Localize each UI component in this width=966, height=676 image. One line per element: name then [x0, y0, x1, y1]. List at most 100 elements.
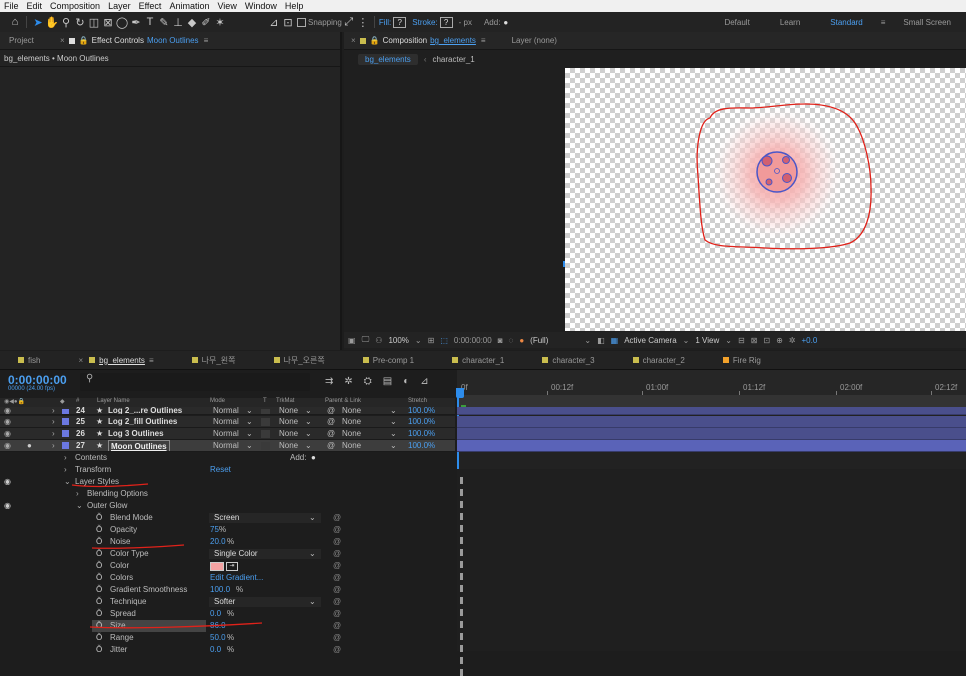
comp-color-icon — [632, 357, 639, 363]
views-dropdown[interactable]: 1 View — [695, 336, 719, 345]
keyframe-navigator-marker — [460, 477, 463, 484]
exposure-value[interactable]: +0.0 — [801, 336, 817, 345]
show-snapshot-icon[interactable]: ◌ — [509, 336, 514, 345]
annotation-noise — [91, 544, 185, 549]
layer-duration-bar[interactable] — [457, 407, 966, 415]
timeline-tab[interactable]: character_3 — [524, 356, 614, 365]
resolution-chevron-icon: ⌄ — [584, 335, 592, 345]
stroke-width[interactable]: - px — [459, 18, 472, 27]
views-chevron-icon: ⌄ — [725, 335, 732, 345]
panel-menu-icon[interactable]: ≡ — [204, 36, 209, 45]
exposure-icon[interactable]: ✲ — [789, 336, 796, 345]
eraser-tool-icon[interactable]: ◆ — [185, 16, 199, 29]
menu-layer[interactable]: Layer — [108, 1, 131, 11]
home-icon[interactable]: ⌂ — [8, 16, 22, 28]
camera-tool-icon[interactable]: ◫ — [87, 16, 101, 29]
monitor-icon[interactable]: 🖵 — [362, 335, 370, 345]
menu-help[interactable]: Help — [285, 1, 304, 11]
rotate-tool-icon[interactable]: ↻ — [73, 16, 87, 29]
close-icon[interactable]: × — [60, 36, 65, 45]
close-icon[interactable]: × — [344, 36, 356, 45]
pan-behind-tool-icon[interactable]: ⊠ — [101, 16, 115, 29]
menu-edit[interactable]: Edit — [27, 1, 43, 11]
workspace-standard[interactable]: Standard — [815, 18, 877, 27]
layer-duration-bar[interactable] — [457, 416, 966, 428]
fill-swatch[interactable]: ? — [393, 16, 407, 28]
roto-brush-tool-icon[interactable]: ✐ — [199, 16, 213, 29]
timeline-tab[interactable]: character_2 — [615, 356, 705, 365]
puppet-tool-icon[interactable]: ✶ — [213, 16, 227, 29]
timeline-tab[interactable]: Fire Rig — [705, 356, 781, 365]
zoom-tool-icon[interactable]: ⚲ — [59, 16, 73, 29]
snap-options-icon[interactable]: ⋮ — [356, 16, 370, 29]
viewer-timecode[interactable]: 0:00:00:00 — [454, 336, 492, 345]
shape-tool-icon[interactable]: ◯ — [115, 16, 129, 29]
moon — [756, 151, 798, 193]
snapshot-icon[interactable]: ◙ — [498, 336, 503, 345]
time-ruler[interactable]: 0f 00:12f 01:00f 01:12f 02:00f 02:12f — [457, 370, 966, 395]
channel-icon[interactable]: ● — [519, 336, 524, 345]
stroke-label[interactable]: Stroke: — [412, 18, 437, 27]
menu-effect[interactable]: Effect — [139, 1, 162, 11]
timeline-tab-label: character_3 — [552, 355, 595, 365]
fast-previews-icon[interactable]: ⊠ — [751, 336, 758, 345]
type-tool-icon[interactable]: T — [143, 16, 157, 28]
lock-icon[interactable]: 🔒 — [370, 36, 380, 45]
roi-icon[interactable]: ◧ — [597, 336, 605, 345]
workspace-menu-icon[interactable]: ≡ — [878, 18, 889, 27]
timeline-icon[interactable]: ⊡ — [763, 336, 770, 345]
flow-character-1[interactable]: character_1 — [432, 55, 474, 64]
tab-composition[interactable]: Composition — [383, 36, 427, 45]
menu-file[interactable]: File — [4, 1, 19, 11]
keyframe-navigator-marker — [460, 633, 463, 640]
axis-world-icon[interactable]: ⊡ — [281, 16, 295, 29]
add-dropdown-icon[interactable]: ● — [503, 18, 508, 27]
always-preview-icon[interactable]: ▣ — [348, 336, 356, 345]
tab-layer[interactable]: Layer (none) — [512, 36, 557, 45]
toggle-pixel-aspect-icon[interactable]: ⊟ — [738, 336, 745, 345]
mask-visibility-icon[interactable]: ⚇ — [375, 336, 382, 345]
tab-effect-controls[interactable]: Effect Controls — [92, 36, 144, 45]
effect-controls-target[interactable]: Moon Outlines — [147, 36, 199, 45]
snap-edge-icon[interactable]: ⤢ — [342, 16, 356, 29]
selection-tool-icon[interactable]: ➤ — [31, 16, 45, 29]
pen-tool-icon[interactable]: ✒ — [129, 16, 143, 29]
snapping-checkbox[interactable] — [297, 17, 306, 27]
stroke-swatch[interactable]: ? — [439, 16, 453, 28]
camera-dropdown[interactable]: Active Camera — [624, 336, 676, 345]
workspace-default[interactable]: Default — [709, 18, 764, 27]
layer-duration-bar[interactable] — [457, 428, 966, 440]
menu-animation[interactable]: Animation — [169, 1, 209, 11]
zoom-dropdown[interactable]: 100% — [388, 336, 408, 345]
lock-icon[interactable]: 🔒 — [79, 36, 89, 45]
effect-controls-panel: Project × 🔒 Effect Controls Moon Outline… — [0, 32, 342, 350]
keyframe-navigator-marker — [460, 597, 463, 604]
fill-label[interactable]: Fill: — [379, 18, 391, 27]
transparency-grid-icon[interactable]: ▦ — [611, 336, 619, 345]
composition-viewer[interactable] — [565, 68, 966, 331]
menu-window[interactable]: Window — [245, 1, 277, 11]
workspace-small-screen[interactable]: Small Screen — [888, 18, 966, 27]
menu-view[interactable]: View — [217, 1, 236, 11]
keyframe-navigator-marker — [460, 561, 463, 568]
keyframe-navigator-marker — [460, 549, 463, 556]
clone-stamp-tool-icon[interactable]: ⊥ — [171, 16, 185, 29]
work-area-bar[interactable] — [457, 395, 966, 407]
flow-bg-elements[interactable]: bg_elements — [358, 53, 418, 65]
brush-tool-icon[interactable]: ✎ — [157, 16, 171, 29]
region-icon[interactable]: ⬚ — [440, 336, 448, 345]
menu-composition[interactable]: Composition — [50, 1, 100, 11]
ruler-tick-label: 02:00f — [840, 383, 863, 392]
workspace-learn[interactable]: Learn — [765, 18, 815, 27]
composition-name[interactable]: bg_elements — [430, 36, 476, 45]
comp-color-icon — [722, 357, 729, 363]
flowchart-icon[interactable]: ⊕ — [776, 336, 783, 345]
resolution-dropdown[interactable]: (Full) — [530, 336, 548, 345]
grid-icon[interactable]: ⊞ — [428, 336, 435, 345]
axis-local-icon[interactable]: ⊿ — [267, 16, 281, 29]
layer-duration-bar[interactable] — [457, 440, 966, 452]
tab-project[interactable]: Project — [0, 36, 60, 45]
panel-menu-icon[interactable]: ≡ — [481, 36, 486, 45]
hand-tool-icon[interactable]: ✋ — [45, 16, 59, 29]
timeline-graph-area[interactable]: 0f 00:12f 01:00f 01:12f 02:00f 02:12f — [456, 370, 966, 676]
